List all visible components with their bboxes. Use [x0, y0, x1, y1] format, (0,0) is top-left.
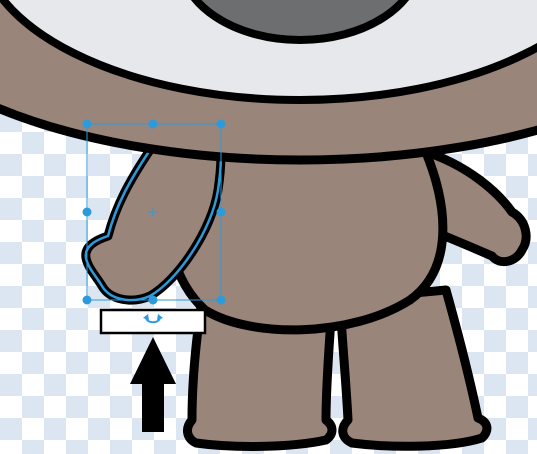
resize-handle-bottom-left[interactable]: [82, 295, 92, 305]
paint-editor-canvas[interactable]: [0, 0, 537, 454]
resize-handle-left[interactable]: [82, 207, 92, 217]
resize-handle-top-right[interactable]: [216, 119, 226, 129]
resize-handle-bottom-right[interactable]: [216, 295, 226, 305]
resize-handle-top-left[interactable]: [82, 119, 92, 129]
resize-handle-right[interactable]: [216, 207, 226, 217]
resize-handle-top[interactable]: [148, 119, 158, 129]
resize-handle-bottom[interactable]: [148, 295, 158, 305]
